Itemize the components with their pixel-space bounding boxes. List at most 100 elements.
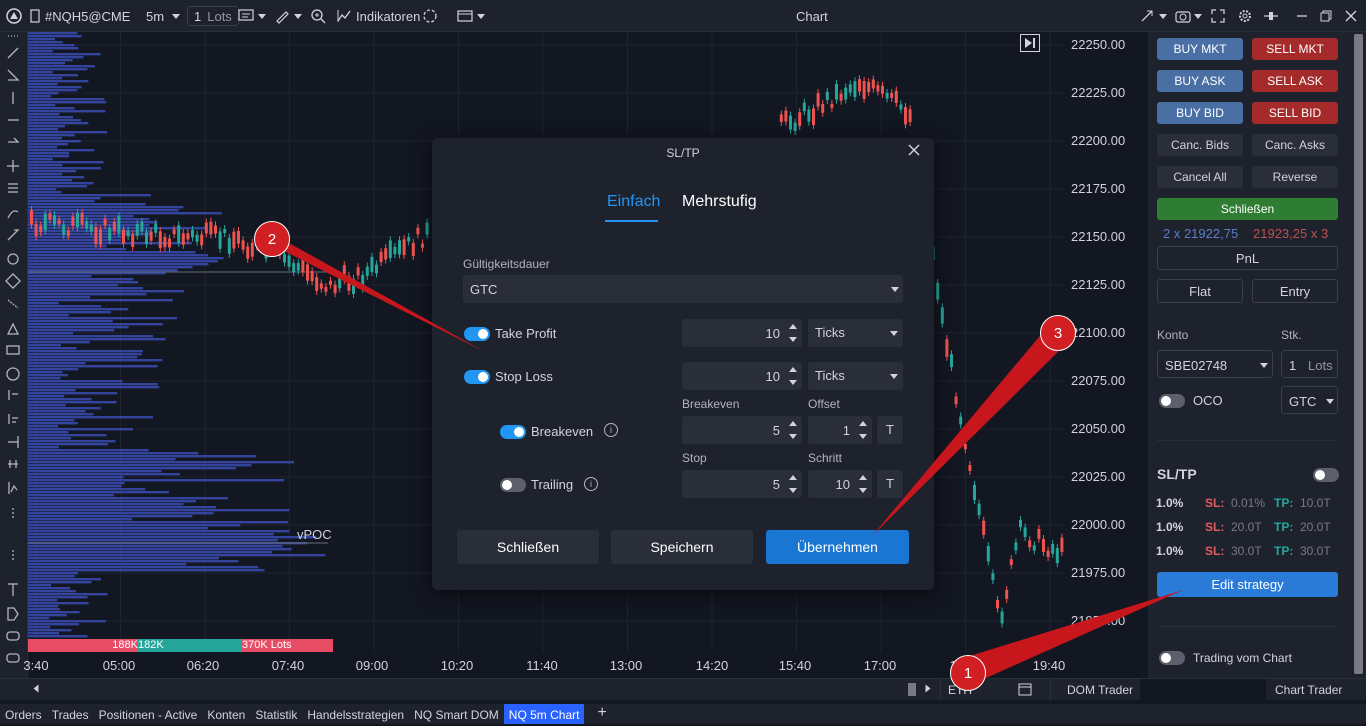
volume-profile-bar xyxy=(28,419,75,422)
take-profit-toggle[interactable] xyxy=(464,327,490,341)
trading-vom-chart-toggle[interactable] xyxy=(1159,651,1185,665)
gear-icon[interactable] xyxy=(1237,6,1253,26)
layout-button[interactable] xyxy=(457,6,485,26)
breakeven-t-button[interactable]: T xyxy=(877,416,903,444)
edit-strategy-button[interactable]: Edit strategy xyxy=(1157,572,1338,597)
pin-icon[interactable] xyxy=(1263,6,1279,26)
scroll-left-icon[interactable] xyxy=(33,684,39,693)
chart-type-button[interactable] xyxy=(238,6,266,26)
workspace-tab[interactable]: NQ 5m Chart xyxy=(503,704,585,724)
minimize-icon[interactable] xyxy=(1296,6,1308,26)
sell-bid-button[interactable]: SELL BID xyxy=(1252,102,1338,124)
draw-button[interactable] xyxy=(274,6,302,26)
sltp-row-tp-label: TP: xyxy=(1274,544,1294,558)
take-profit-unit-select[interactable]: Ticks xyxy=(808,319,903,347)
calendar-icon[interactable] xyxy=(1018,682,1032,699)
stop-loss-unit-select[interactable]: Ticks xyxy=(808,362,903,390)
workspace-tab[interactable]: Positionen - Active xyxy=(94,704,203,724)
add-tab-icon[interactable]: + xyxy=(592,704,611,724)
entry-button[interactable]: Entry xyxy=(1252,279,1338,303)
volume-profile-bar xyxy=(28,596,88,599)
buy-bid-button[interactable]: BUY BID xyxy=(1157,102,1243,124)
pnl-button[interactable]: PnL xyxy=(1157,246,1338,270)
cancel-all-button[interactable]: Cancel All xyxy=(1157,166,1243,188)
reverse-button[interactable]: Reverse xyxy=(1252,166,1338,188)
scroll-thumb[interactable] xyxy=(908,683,916,696)
horizontal-scrollbar[interactable]: ETH DOM Trader Chart Trader xyxy=(0,678,1366,701)
lots-value: 1 xyxy=(194,8,202,24)
volume-profile-bar xyxy=(28,377,61,380)
candle-body xyxy=(237,231,240,244)
sell-ask-button[interactable]: SELL ASK xyxy=(1252,70,1338,92)
stop-loss-input[interactable]: 10 xyxy=(682,362,802,390)
timeframe-selector[interactable]: 5m xyxy=(146,6,181,26)
workspace-tab[interactable]: Trades xyxy=(47,704,94,724)
breakeven-input[interactable]: 5 xyxy=(682,416,802,444)
camera-icon[interactable] xyxy=(1175,6,1202,26)
flat-button[interactable]: Flat xyxy=(1157,279,1243,303)
scroll-thumb[interactable] xyxy=(1354,34,1363,674)
tab-mehrstufig[interactable]: Mehrstufig xyxy=(682,193,757,211)
breakeven-offset-input[interactable]: 1 xyxy=(808,416,872,444)
drawing-tools-icons[interactable] xyxy=(0,32,28,678)
oco-toggle[interactable] xyxy=(1159,394,1185,408)
stepper-icon[interactable] xyxy=(858,419,868,441)
expand-icon[interactable] xyxy=(1140,6,1154,26)
stepper-icon[interactable] xyxy=(858,473,868,495)
symbol-selector[interactable]: #NQH5@CME xyxy=(30,6,130,26)
account-value: SBE02748 xyxy=(1165,358,1228,373)
time-in-force-select[interactable]: GTC xyxy=(1281,386,1338,414)
volume-profile-bar xyxy=(28,443,108,446)
save-button[interactable]: Speichern xyxy=(611,530,753,564)
lots-input[interactable]: 1 Lots xyxy=(187,6,239,26)
workspace-tab[interactable]: Orders xyxy=(0,704,47,724)
app-logo-icon[interactable] xyxy=(6,6,22,26)
close-button[interactable]: Schließen xyxy=(457,530,599,564)
trailing-t-button[interactable]: T xyxy=(877,470,903,498)
cancel-bids-button[interactable]: Canc. Bids xyxy=(1157,134,1243,156)
trailing-toggle[interactable] xyxy=(500,478,526,492)
stepper-icon[interactable] xyxy=(788,365,798,387)
tab-einfach[interactable]: Einfach xyxy=(607,193,660,211)
zoom-button[interactable] xyxy=(310,6,326,26)
stepper-icon[interactable] xyxy=(788,473,798,495)
sltp-toggle[interactable] xyxy=(1313,468,1339,482)
volume-profile-bar xyxy=(28,176,85,179)
volume-profile-bar xyxy=(28,353,142,356)
dom-trader-tab[interactable]: DOM Trader xyxy=(1067,683,1133,697)
buy-ask-button[interactable]: BUY ASK xyxy=(1157,70,1243,92)
go-to-realtime-button[interactable] xyxy=(1020,34,1040,52)
templates-button[interactable] xyxy=(423,6,437,26)
fullscreen-icon[interactable] xyxy=(1211,6,1225,26)
workspace-tab[interactable]: NQ Smart DOM xyxy=(409,704,504,724)
info-icon[interactable]: i xyxy=(604,423,618,437)
candle-body xyxy=(416,227,420,235)
cancel-asks-button[interactable]: Canc. Asks xyxy=(1252,134,1338,156)
workspace-tab[interactable]: Handelsstrategien xyxy=(302,704,409,724)
apply-button[interactable]: Übernehmen xyxy=(766,530,909,564)
validity-select[interactable]: GTC xyxy=(463,275,903,303)
stepper-icon[interactable] xyxy=(788,322,798,344)
buy-mkt-button[interactable]: BUY MKT xyxy=(1157,38,1243,60)
indicators-button[interactable]: Indikatoren xyxy=(337,6,420,26)
restore-icon[interactable] xyxy=(1320,6,1332,26)
close-position-button[interactable]: Schließen xyxy=(1157,198,1338,220)
take-profit-input[interactable]: 10 xyxy=(682,319,802,347)
close-icon[interactable] xyxy=(908,144,920,159)
workspace-tab[interactable]: Konten xyxy=(202,704,250,724)
account-select[interactable]: SBE02748 xyxy=(1157,350,1273,378)
trailing-step-input[interactable]: 10 xyxy=(808,470,872,498)
sell-mkt-button[interactable]: SELL MKT xyxy=(1252,38,1338,60)
chevron-down-icon[interactable] xyxy=(1159,6,1167,26)
vertical-scrollbar[interactable] xyxy=(1351,32,1366,678)
workspace-tab[interactable]: Statistik xyxy=(250,704,302,724)
breakeven-toggle[interactable] xyxy=(500,425,526,439)
stepper-icon[interactable] xyxy=(788,419,798,441)
scroll-right-icon[interactable] xyxy=(925,684,931,693)
trailing-stop-input[interactable]: 5 xyxy=(682,470,802,498)
stop-loss-toggle[interactable] xyxy=(464,370,490,384)
quantity-input[interactable]: 1 Lots xyxy=(1281,350,1338,378)
chart-trader-tab[interactable]: Chart Trader xyxy=(1275,683,1342,697)
close-icon[interactable] xyxy=(1345,6,1357,26)
info-icon[interactable]: i xyxy=(584,477,598,491)
